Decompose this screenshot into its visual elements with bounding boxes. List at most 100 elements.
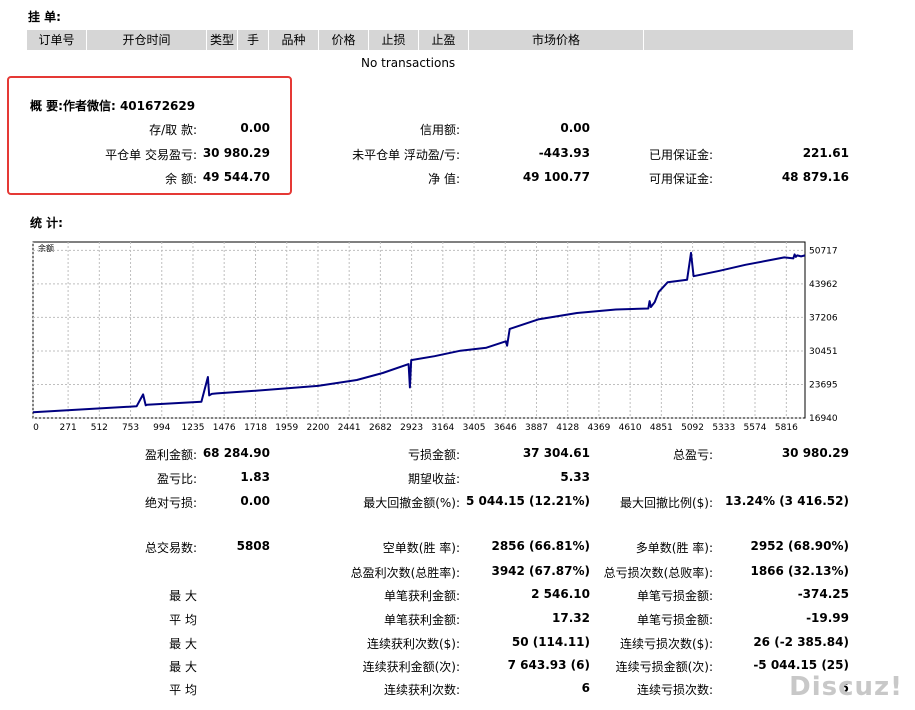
- col-extra[interactable]: [644, 30, 853, 50]
- summary-value-r1-c1: -443.93: [538, 146, 590, 160]
- col-lots[interactable]: 手: [238, 30, 269, 50]
- balance-chart: 0 271 512 753 994 1235 1476 1718 1959 2200 2441 268…: [30, 239, 850, 434]
- stats-label-r5-c0: 最 大: [169, 589, 197, 603]
- stats-value-r1-c0: 1.83: [240, 470, 270, 484]
- stats-label-r7-c2: 连续亏损次数($):: [619, 637, 713, 651]
- x-tick-label-12: 2923: [400, 423, 423, 433]
- summary-section-title: 概 要:作者微信: 401672629: [30, 99, 196, 113]
- stats-label-r0-c0: 盈利金额:: [144, 448, 197, 462]
- pending-table-header: 订单号 开仓时间 类型 手 品种 价格 止损 止盈 市场价格: [27, 30, 853, 50]
- stats-value-r5-c2: -374.25: [797, 587, 849, 601]
- stats-label-r9-c1: 连续获利次数:: [383, 683, 460, 697]
- summary-label-r1-c0: 平仓单 交易盈亏:: [105, 148, 197, 162]
- x-tick-label-11: 2682: [369, 423, 392, 433]
- y-tick-label-1: 23695: [809, 380, 838, 390]
- summary-value-r1-c2: 221.61: [802, 146, 849, 160]
- summary-label-r2-c1: 净 值:: [428, 172, 460, 186]
- x-tick-label-23: 5574: [744, 423, 767, 433]
- x-tick-label-20: 4851: [650, 423, 673, 433]
- stats-value-r7-c2: 26 (-2 385.84): [753, 635, 849, 649]
- y-tick-label-2: 30451: [809, 347, 838, 357]
- x-tick-label-19: 4610: [619, 423, 642, 433]
- col-order-id[interactable]: 订单号: [27, 30, 87, 50]
- x-tick-label-7: 1718: [244, 423, 267, 433]
- summary-label-r2-c0: 余 额:: [165, 172, 197, 186]
- col-price[interactable]: 价格: [319, 30, 369, 50]
- x-tick-label-24: 5816: [775, 423, 798, 433]
- stats-label-r1-c1: 期望收益:: [407, 472, 460, 486]
- y-tick-label-5: 50717: [809, 246, 838, 256]
- x-tick-label-10: 2441: [338, 423, 361, 433]
- stats-label-r2-c0: 绝对亏损:: [144, 496, 197, 510]
- stats-value-r4-c2: 1866 (32.13%): [750, 564, 849, 578]
- col-open-time[interactable]: 开仓时间: [87, 30, 207, 50]
- stats-label-r6-c2: 单笔亏损金额:: [636, 613, 713, 627]
- stats-value-r5-c1: 2 546.10: [531, 587, 590, 601]
- x-tick-label-13: 3164: [431, 423, 454, 433]
- stats-value-r3-c0: 5808: [236, 539, 270, 553]
- stats-value-r0-c1: 37 304.61: [522, 446, 590, 460]
- x-tick-label-17: 4128: [556, 423, 579, 433]
- summary-value-r2-c1: 49 100.77: [522, 170, 590, 184]
- stats-label-r0-c1: 亏损金额:: [407, 448, 460, 462]
- stats-section-title: 统 计:: [30, 216, 63, 230]
- balance-chart-svg: 0 271 512 753 994 1235 1476 1718 1959 2200 2441 268…: [32, 241, 838, 433]
- stats-label-r2-c2: 最大回撤比例($):: [619, 496, 713, 510]
- x-tick-label-2: 512: [91, 423, 108, 433]
- stats-label-r3-c0: 总交易数:: [144, 541, 197, 555]
- y-tick-label-0: 16940: [809, 414, 838, 424]
- stats-value-r8-c2: -5 044.15 (25): [753, 658, 849, 672]
- stats-value-r1-c1: 5.33: [560, 470, 590, 484]
- x-tick-label-22: 5333: [712, 423, 735, 433]
- col-type[interactable]: 类型: [207, 30, 238, 50]
- summary-label-r2-c2: 可用保证金:: [648, 172, 713, 186]
- no-transactions-text: No transactions: [361, 56, 456, 70]
- stats-label-r9-c2: 连续亏损次数:: [636, 683, 713, 697]
- stats-label-r3-c1: 空单数(胜 率):: [382, 541, 460, 555]
- y-tick-label-4: 43962: [809, 280, 838, 290]
- stats-value-r9-c1: 6: [581, 681, 590, 695]
- col-stop-loss[interactable]: 止损: [369, 30, 419, 50]
- chart-corner-label: 余额: [38, 243, 54, 253]
- stats-label-r0-c2: 总盈亏:: [672, 448, 713, 462]
- summary-value-r0-c1: 0.00: [560, 121, 590, 135]
- stats-label-r8-c2: 连续亏损金额(次):: [615, 660, 713, 674]
- col-market-price[interactable]: 市场价格: [469, 30, 644, 50]
- stats-value-r3-c2: 2952 (68.90%): [750, 539, 849, 553]
- x-tick-label-8: 1959: [275, 423, 298, 433]
- summary-label-r0-c0: 存/取 款:: [149, 123, 197, 137]
- stats-label-r3-c2: 多单数(胜 率):: [635, 541, 713, 555]
- stats-value-r3-c1: 2856 (66.81%): [491, 539, 590, 553]
- stats-label-r2-c1: 最大回撤金额(%):: [363, 496, 460, 510]
- stats-value-r4-c1: 3942 (67.87%): [491, 564, 590, 578]
- stats-value-r6-c1: 17.32: [552, 611, 590, 625]
- x-tick-label-1: 271: [60, 423, 77, 433]
- stats-label-r7-c1: 连续获利次数($):: [366, 637, 460, 651]
- stats-value-r2-c0: 0.00: [240, 494, 270, 508]
- stats-label-r8-c1: 连续获利金额(次):: [362, 660, 460, 674]
- x-tick-label-9: 2200: [307, 423, 330, 433]
- summary-value-r2-c2: 48 879.16: [781, 170, 849, 184]
- stats-value-r6-c2: -19.99: [806, 611, 849, 625]
- x-tick-label-21: 5092: [681, 423, 704, 433]
- col-symbol[interactable]: 品种: [269, 30, 319, 50]
- stats-value-r2-c1: 5 044.15 (12.21%): [466, 494, 590, 508]
- stats-value-r2-c2: 13.24% (3 416.52): [725, 494, 849, 508]
- y-tick-label-3: 37206: [809, 313, 838, 323]
- stats-value-r8-c1: 7 643.93 (6): [507, 658, 590, 672]
- col-take-profit[interactable]: 止盈: [419, 30, 469, 50]
- stats-value-r0-c2: 30 980.29: [781, 446, 849, 460]
- stats-label-r4-c1: 总盈利次数(总胜率):: [350, 566, 460, 580]
- stats-label-r7-c0: 最 大: [169, 637, 197, 651]
- stats-label-r4-c2: 总亏损次数(总败率):: [603, 566, 713, 580]
- summary-label-r1-c1: 未平仓单 浮动盈/亏:: [352, 148, 460, 162]
- stats-label-r5-c2: 单笔亏损金额:: [636, 589, 713, 603]
- x-tick-label-18: 4369: [587, 423, 610, 433]
- summary-value-r2-c0: 49 544.70: [202, 170, 270, 184]
- stats-label-r5-c1: 单笔获利金额:: [383, 589, 460, 603]
- pending-section-title: 挂 单:: [28, 10, 61, 24]
- stats-label-r6-c0: 平 均: [169, 613, 197, 627]
- summary-value-r1-c0: 30 980.29: [202, 146, 270, 160]
- x-tick-label-3: 753: [122, 423, 139, 433]
- x-tick-label-16: 3887: [525, 423, 548, 433]
